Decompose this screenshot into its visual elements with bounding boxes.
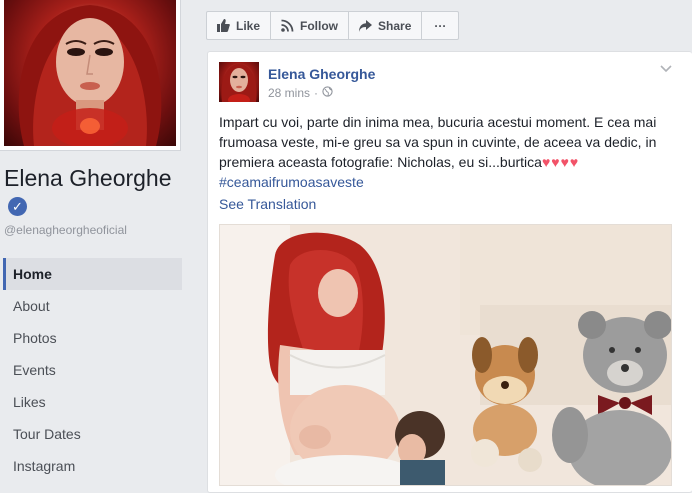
page-action-bar: Like Follow Share ··· xyxy=(206,11,460,40)
post-options-chevron-icon[interactable] xyxy=(660,62,672,76)
profile-picture[interactable] xyxy=(4,0,176,146)
more-dots-icon: ··· xyxy=(434,18,447,33)
nav-item-likes[interactable]: Likes xyxy=(3,386,182,418)
follow-button-label: Follow xyxy=(300,18,339,33)
globe-icon[interactable] xyxy=(322,86,333,100)
post-card: Elena Gheorghe 28 mins · Impart cu voi, … xyxy=(207,51,692,493)
meta-separator: · xyxy=(314,86,319,100)
post-message: Impart cu voi, parte din inima mea, bucu… xyxy=(219,112,674,192)
nav-item-photos[interactable]: Photos xyxy=(3,322,182,354)
see-translation-link[interactable]: See Translation xyxy=(219,196,316,212)
nav-item-tour-dates[interactable]: Tour Dates xyxy=(3,418,182,450)
nav-item-about[interactable]: About xyxy=(3,290,182,322)
share-button-label: Share xyxy=(378,18,412,33)
left-column: Elena Gheorghe ✓ @elenagheorgheoficial Ho… xyxy=(0,0,193,479)
post-hashtag[interactable]: #ceamaifrumoasaveste xyxy=(219,174,364,190)
more-options-button[interactable]: ··· xyxy=(422,12,458,39)
page-name[interactable]: Elena Gheorghe ✓ xyxy=(4,165,184,219)
nav-item-events[interactable]: Events xyxy=(3,354,182,386)
like-button-label: Like xyxy=(236,18,261,33)
page-handle: @elenagheorgheoficial xyxy=(4,223,127,237)
rss-feed-icon xyxy=(281,19,294,32)
profile-picture-frame[interactable] xyxy=(0,0,181,151)
post-timestamp[interactable]: 28 mins xyxy=(268,86,310,100)
post-meta: 28 mins · xyxy=(268,86,333,100)
follow-button[interactable]: Follow xyxy=(271,12,350,39)
nav-item-instagram[interactable]: Instagram xyxy=(3,450,182,482)
post-author-avatar[interactable] xyxy=(219,62,259,102)
share-arrow-icon xyxy=(359,19,373,32)
share-button[interactable]: Share xyxy=(349,12,423,39)
nav-item-home[interactable]: Home xyxy=(3,258,182,290)
like-button[interactable]: Like xyxy=(207,12,272,39)
heart-emoji-icon: ♥♥♥♥ xyxy=(541,154,580,170)
page-name-text[interactable]: Elena Gheorghe xyxy=(4,165,172,191)
verified-badge-icon: ✓ xyxy=(8,197,27,216)
page-nav: Home About Photos Events Likes Tour Date… xyxy=(3,258,182,482)
post-photo[interactable] xyxy=(219,224,672,486)
post-message-text: Impart cu voi, parte din inima mea, bucu… xyxy=(219,114,657,170)
post-author-name[interactable]: Elena Gheorghe xyxy=(268,66,375,82)
thumbs-up-icon xyxy=(217,19,230,32)
